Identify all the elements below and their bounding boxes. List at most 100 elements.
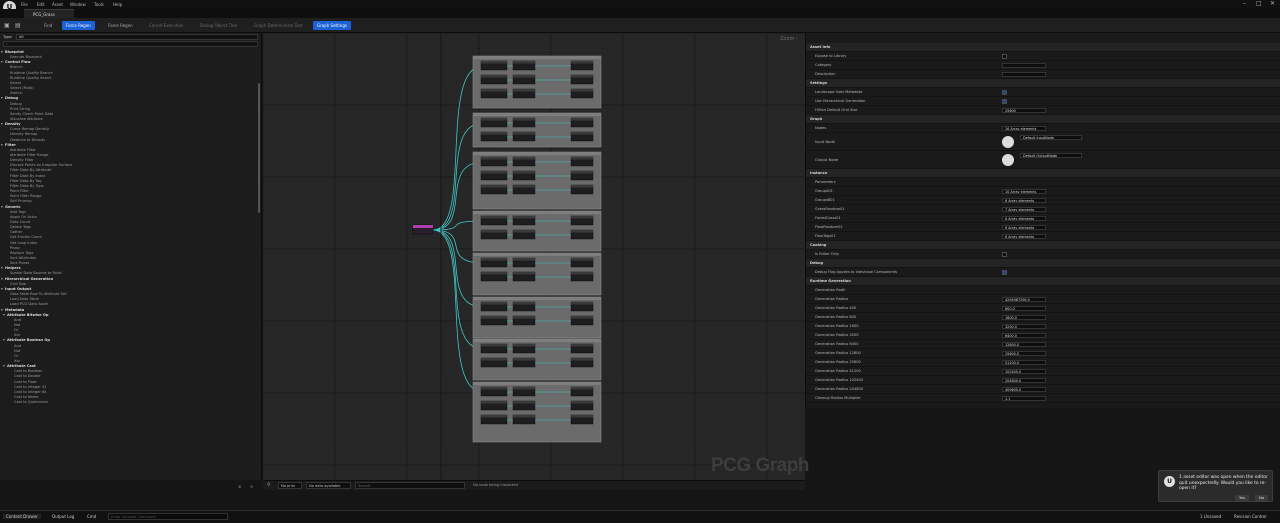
debug-object-tree-button[interactable]: Debug Object Tree	[196, 21, 241, 30]
node-header	[481, 230, 507, 233]
details-section-header[interactable]: Instance	[806, 169, 1280, 178]
details-value-field[interactable]: 102400.0	[1002, 369, 1046, 374]
details-checkbox[interactable]	[1002, 90, 1007, 95]
node-header	[571, 185, 593, 188]
palette-footer-settings-icon[interactable]: ⊖	[250, 484, 253, 489]
node-header	[481, 132, 507, 135]
palette-item[interactable]: Cast to Quaternion	[0, 400, 258, 405]
close-icon[interactable]: ✕	[1270, 0, 1275, 7]
details-checkbox[interactable]	[1002, 99, 1007, 104]
menu-file[interactable]: File	[21, 2, 28, 7]
menu-help[interactable]: Help	[113, 2, 122, 7]
details-row-label: Generation Radius 204800	[815, 387, 864, 391]
node-header	[571, 132, 593, 135]
details-section-header[interactable]: Cooking	[806, 241, 1280, 250]
reopen-no-button[interactable]: No	[1255, 495, 1269, 501]
data-select[interactable]: No data available	[306, 482, 351, 489]
details-value-field[interactable]: 800.0	[1002, 306, 1046, 311]
node-header	[513, 89, 535, 92]
details-value-field[interactable]: 204800.0	[1002, 378, 1046, 383]
bottom-search-input[interactable]: Search	[355, 482, 465, 489]
graph-canvas[interactable]: Zoom -	[263, 33, 805, 480]
output-log-button[interactable]: Output Log	[52, 514, 74, 519]
bottom-bar: ⚲ No prim No data available Search No no…	[263, 480, 805, 490]
node-header	[481, 171, 507, 174]
save-icon[interactable]: ▣	[4, 21, 10, 30]
details-section-header[interactable]: Settings	[806, 79, 1280, 88]
node-header	[571, 401, 593, 404]
details-value-field[interactable]: 10 Array elements	[1002, 189, 1046, 194]
filter-icon[interactable]: ⚲	[267, 482, 271, 488]
details-row-label: Generation Radius 800	[815, 315, 857, 319]
menu-tools[interactable]: Tools	[94, 2, 104, 7]
menu-edit[interactable]: Edit	[37, 2, 45, 7]
details-checkbox[interactable]	[1002, 54, 1007, 59]
details-row: Generation Radius 6400 12800.0	[806, 340, 1280, 349]
node-header	[481, 89, 507, 92]
details-row: Landscape Uses Metadata	[806, 88, 1280, 97]
details-section-header[interactable]: Debug	[806, 259, 1280, 268]
details-value-field[interactable]: 6 Array elements	[1002, 216, 1046, 221]
graph-settings-button[interactable]: Graph Settings	[313, 21, 351, 30]
details-section-header[interactable]: Graph	[806, 115, 1280, 124]
details-text-input[interactable]	[1002, 63, 1046, 68]
notification-text: 1 asset editor was open when the editor …	[1179, 475, 1268, 491]
node-header	[513, 118, 535, 121]
details-value-field[interactable]: 25600.0	[1002, 351, 1046, 356]
minimize-icon[interactable]: –	[1243, 0, 1246, 7]
node-picker[interactable]: Default InputNode	[1020, 135, 1082, 140]
reopen-yes-button[interactable]: Yes	[1235, 495, 1250, 501]
details-row-label: Generation Radius 12800	[815, 351, 861, 355]
palette-scrollbar[interactable]	[258, 83, 260, 213]
details-value-field[interactable]: 12800.0	[1002, 342, 1046, 347]
details-value-field[interactable]: 1600.0	[1002, 315, 1046, 320]
details-text-input[interactable]	[1002, 72, 1046, 77]
details-row: Generation Radius 12800 25600.0	[806, 349, 1280, 358]
node-header	[513, 358, 535, 361]
details-value-field[interactable]: 51200.0	[1002, 360, 1046, 365]
details-value-field[interactable]: 4294967296.0	[1002, 297, 1046, 302]
console-input[interactable]: Enter Console Command	[108, 513, 228, 520]
menu-window[interactable]: Window	[70, 2, 86, 7]
details-value-field[interactable]: 6400.0	[1002, 333, 1046, 338]
node-palette: Type All ⌕ ▾ Blueprint Execute Blueprint ▾ C…	[0, 33, 262, 480]
palette-footer-icon[interactable]: ⊕	[238, 484, 241, 489]
details-section-header[interactable]: Asset Info	[806, 43, 1280, 52]
unsaved-indicator[interactable]: 1 Unsaved	[1200, 514, 1221, 519]
cmd-button[interactable]: Cmd	[87, 514, 96, 519]
details-value-field[interactable]: 6 Array elements	[1002, 198, 1046, 203]
node-header	[513, 230, 535, 233]
revision-control-button[interactable]: Revision Control	[1234, 514, 1266, 519]
node-header	[571, 316, 593, 319]
type-select[interactable]: All	[16, 34, 258, 40]
details-value-field[interactable]: 16 Array elements	[1002, 126, 1046, 131]
details-value-field[interactable]: 409600.0	[1002, 387, 1046, 392]
details-value-field[interactable]: 3200.0	[1002, 324, 1046, 329]
graph-watermark: PCG Graph	[711, 455, 809, 476]
details-checkbox[interactable]	[1002, 252, 1007, 257]
menu-asset[interactable]: Asset	[52, 2, 63, 7]
cancel-execution-button[interactable]: Cancel Execution	[145, 21, 187, 30]
details-value-field[interactable]: 25600	[1002, 108, 1046, 113]
force-regen-toggle[interactable]: Force Regen	[62, 21, 95, 30]
force-regen-button[interactable]: Force Regen	[104, 21, 137, 30]
node-header	[571, 171, 593, 174]
find-button[interactable]: Find	[40, 21, 56, 30]
palette-search-input[interactable]: ⌕	[3, 41, 258, 47]
details-value-field[interactable]: 1.1	[1002, 396, 1046, 401]
details-section-header[interactable]: Runtime Generation	[806, 277, 1280, 286]
graph-determinism-test-button[interactable]: Graph Determinism Test	[250, 21, 306, 30]
details-value-field[interactable]: 6 Array elements	[1002, 234, 1046, 239]
browse-icon[interactable]: ▤	[15, 21, 21, 30]
node-header	[571, 358, 593, 361]
details-row-label: Generation Radii	[815, 288, 846, 292]
content-drawer-button[interactable]: Content Drawer	[3, 514, 41, 519]
details-value-field[interactable]: 7 Array elements	[1002, 207, 1046, 212]
node-picker[interactable]: Default OutputNode	[1020, 153, 1082, 158]
details-value-field[interactable]: 6 Array elements	[1002, 225, 1046, 230]
prim-select[interactable]: No prim	[278, 482, 302, 489]
maximize-icon[interactable]: □	[1256, 0, 1262, 7]
asset-tab[interactable]: PCG_Grass	[24, 9, 74, 18]
details-row: Generation Radius 204800 409600.0	[806, 385, 1280, 394]
details-checkbox[interactable]	[1002, 270, 1007, 275]
